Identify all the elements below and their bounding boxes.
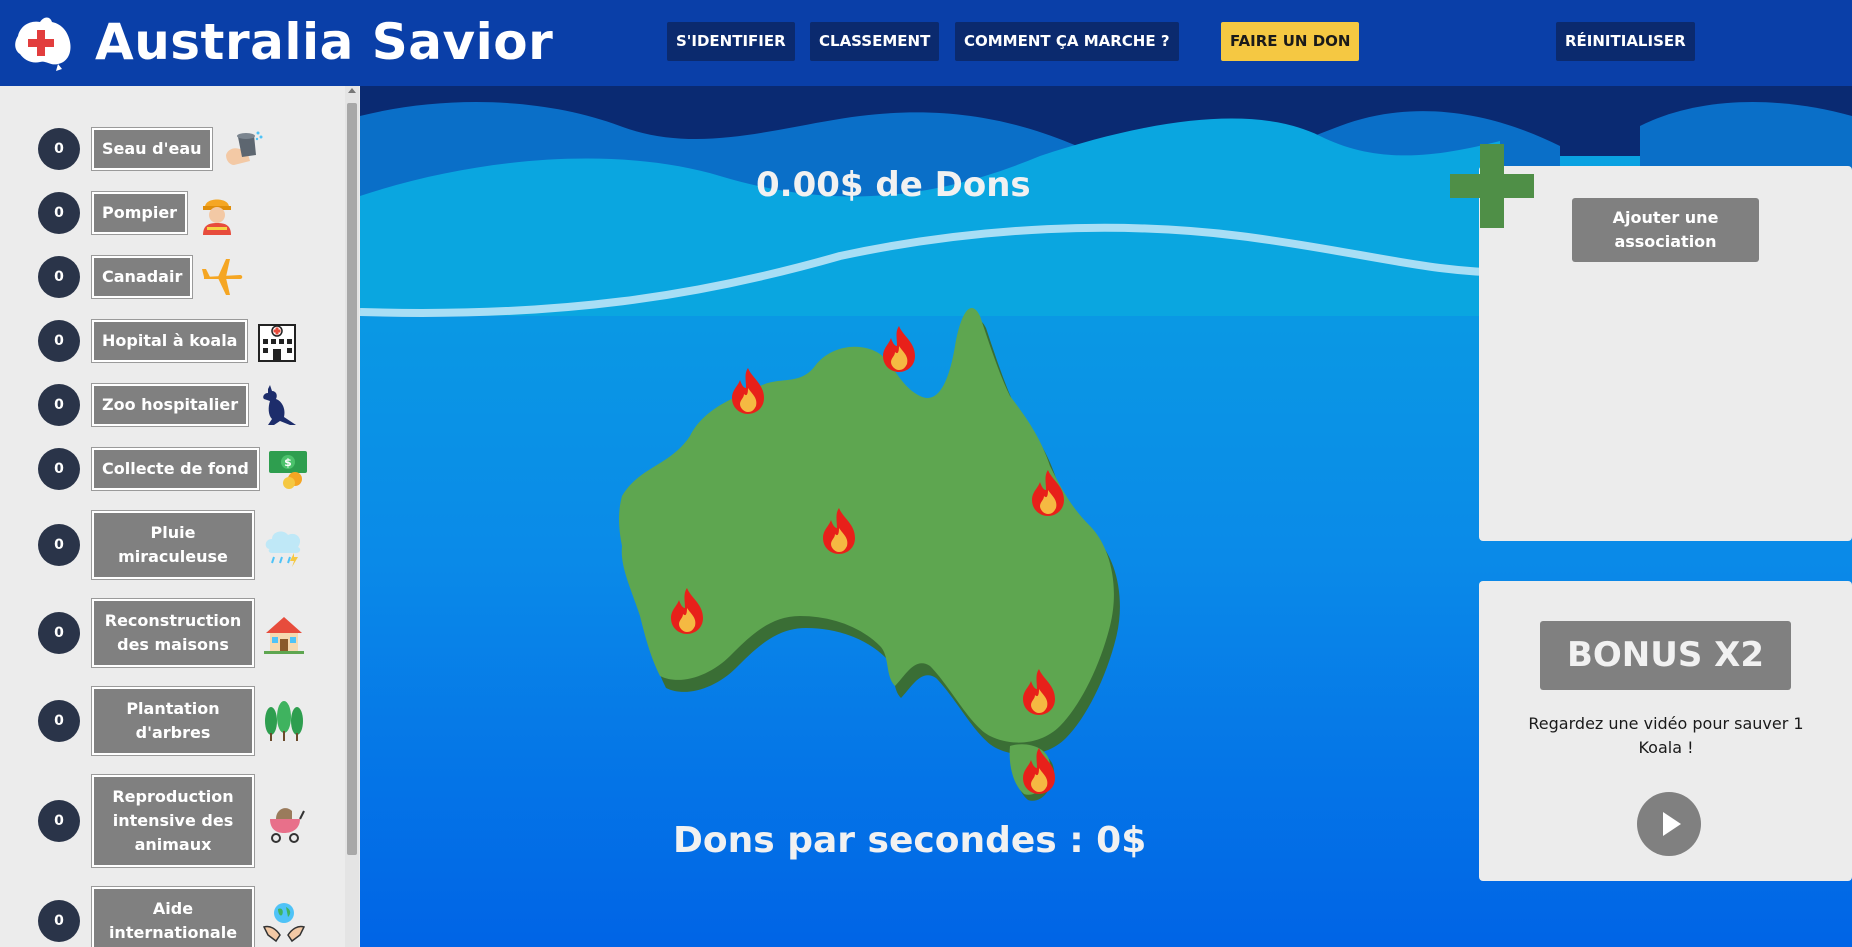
upgrade-button-canadair[interactable]: Canadair [90,255,194,299]
upgrade-button-firefighter[interactable]: Pompier [90,191,189,235]
how-it-works-button[interactable]: COMMENT ÇA MARCHE ? [955,22,1179,61]
upgrade-item: 0 Reproduction intensive des animaux [38,774,306,868]
upgrade-button-water-bucket[interactable]: Seau d'eau [91,127,213,171]
scroll-up-arrow-icon[interactable] [348,88,356,93]
upgrade-count: 0 [38,128,80,170]
rain-cloud-icon [265,531,301,567]
kangaroo-icon [263,385,297,425]
reset-button[interactable]: RÉINITIALISER [1556,22,1695,61]
upgrade-button-fundraising[interactable]: Collecte de fond [91,447,260,491]
login-button[interactable]: S'IDENTIFIER [667,22,795,61]
upgrade-count: 0 [38,448,80,490]
upgrade-count: 0 [38,800,80,842]
upgrade-item: 0 Canadair [38,255,244,299]
upgrades-sidebar: 0 Seau d'eau 0 Pompier 0 Canadair 0 Hopi… [0,86,360,947]
fire-icon[interactable] [667,586,707,636]
upgrade-count: 0 [38,320,80,362]
globe-hands-icon [262,903,306,943]
upgrade-button-tree-planting[interactable]: Plantation d'arbres [91,686,255,756]
play-video-button[interactable] [1637,792,1701,856]
plus-icon [1450,144,1534,228]
upgrade-item: 0 Zoo hospitalier [38,383,300,427]
australia-cross-logo-icon [15,17,71,71]
firefighter-icon [203,199,232,235]
upgrade-count: 0 [38,612,80,654]
upgrade-count: 0 [38,900,80,942]
ranking-button[interactable]: CLASSEMENT [810,22,940,61]
donate-button[interactable]: FAIRE UN DON [1221,22,1360,61]
bonus-x2-button[interactable]: BONUS X2 [1540,621,1791,690]
total-donations: 0.00$ de Dons [756,165,1031,205]
fire-icon[interactable] [1019,667,1059,717]
sidebar-scroll-thumb[interactable] [347,103,357,855]
house-icon [264,617,304,654]
upgrade-button-house-rebuild[interactable]: Reconstruction des maisons [91,598,255,668]
play-icon [1663,812,1681,836]
upgrade-button-miracle-rain[interactable]: Pluie miraculeuse [91,510,255,580]
upgrade-count: 0 [38,700,80,742]
add-association-button[interactable]: Ajouter une association [1572,198,1759,262]
upgrade-item: 0 Seau d'eau [38,127,264,171]
water-bucket-icon [225,131,263,165]
upgrade-button-international-aid[interactable]: Aide internationale [91,886,255,947]
upgrade-item: 0 Plantation d'arbres [38,686,306,756]
upgrade-button-koala-hospital[interactable]: Hopital à koala [90,319,249,363]
fire-icon[interactable] [728,366,768,416]
airplane-icon [202,259,243,295]
upgrade-item: 0 Reconstruction des maisons [38,598,306,668]
upgrade-count: 0 [38,524,80,566]
hospital-icon [258,324,297,362]
upgrade-count: 0 [38,256,80,298]
upgrade-item: 0 Collecte de fond $ [38,447,311,491]
fire-icon[interactable] [1019,746,1059,796]
upgrade-item: 0 Pluie miraculeuse [38,510,306,580]
fire-icon[interactable] [1028,468,1068,518]
upgrade-button-zoo-hospital[interactable]: Zoo hospitalier [90,383,250,427]
money-icon: $ [268,451,307,489]
stroller-icon [270,808,305,843]
fire-icon[interactable] [879,324,919,374]
upgrade-item: 0 Hopital à koala [38,319,299,363]
app-title: Australia Savior [95,13,554,71]
upgrade-item: 0 Aide internationale [38,886,306,947]
bonus-description: Regardez une vidéo pour sauver 1 Koala ! [1528,714,1804,757]
header: Australia Savior S'IDENTIFIER CLASSEMENT… [0,0,1852,86]
trees-icon [265,701,303,741]
svg-text:$: $ [284,456,292,469]
donations-per-second: Dons par secondes : 0$ [673,820,1147,861]
upgrade-item: 0 Pompier [38,191,239,235]
upgrade-count: 0 [38,192,80,234]
upgrade-count: 0 [38,384,80,426]
fire-icon[interactable] [819,506,859,556]
upgrade-button-animal-breeding[interactable]: Reproduction intensive des animaux [91,774,255,868]
